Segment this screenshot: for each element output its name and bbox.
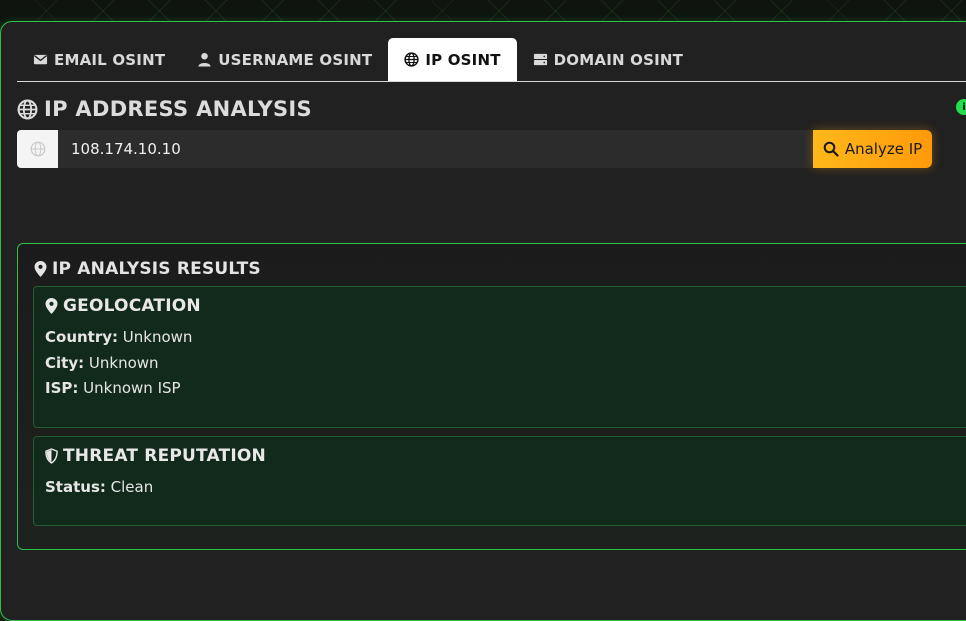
country-value: Unknown (122, 328, 193, 346)
country-field: Country: Unknown (45, 328, 192, 346)
server-icon (533, 53, 547, 66)
ip-analysis-results: IP ANALYSIS RESULTS GEOLOCATION Country:… (17, 243, 966, 550)
search-icon (823, 141, 839, 157)
globe-icon (30, 141, 45, 157)
status-value: Clean (110, 478, 154, 496)
threat-title-text: THREAT REPUTATION (63, 446, 266, 466)
tab-username-osint[interactable]: USERNAME OSINT (181, 38, 388, 81)
tab-domain-osint[interactable]: DOMAIN OSINT (517, 38, 699, 81)
user-icon (198, 52, 211, 67)
ip-search-bar: Analyze IP (17, 130, 932, 168)
isp-label: ISP: (45, 379, 79, 397)
threat-title: THREAT REPUTATION (45, 446, 266, 466)
geolocation-title-text: GEOLOCATION (63, 296, 201, 316)
city-field: City: Unknown (45, 354, 159, 372)
globe-icon (404, 52, 419, 67)
geolocation-card: GEOLOCATION Country: Unknown City: Unkno… (33, 286, 966, 428)
tab-label: IP OSINT (425, 50, 501, 69)
isp-field: ISP: Unknown ISP (45, 379, 181, 397)
map-marker-icon (45, 298, 58, 314)
city-label: City: (45, 354, 85, 372)
tab-label: EMAIL OSINT (54, 50, 166, 69)
input-prefix (17, 130, 58, 168)
page-title-text: IP ADDRESS ANALYSIS (44, 97, 312, 121)
country-label: Country: (45, 328, 119, 346)
status-label: Status: (45, 478, 106, 496)
background-pattern (0, 0, 966, 22)
analyze-ip-button[interactable]: Analyze IP (813, 130, 932, 168)
page-title: IP ADDRESS ANALYSIS (17, 97, 312, 121)
envelope-icon (33, 54, 48, 65)
osint-tabs: EMAIL OSINT USERNAME OSINT IP OSINT DOMA… (17, 38, 966, 82)
globe-icon (17, 99, 38, 119)
shield-icon (45, 448, 58, 464)
threat-reputation-card: THREAT REPUTATION Status: Clean (33, 436, 966, 526)
ip-address-input[interactable] (58, 130, 813, 168)
tab-ip-osint[interactable]: IP OSINT (388, 38, 517, 81)
isp-value: Unknown ISP (83, 379, 181, 397)
city-value: Unknown (88, 354, 159, 372)
map-marker-icon (34, 261, 47, 277)
tab-label: USERNAME OSINT (218, 50, 373, 69)
info-badge[interactable]: i (956, 99, 966, 115)
geolocation-title: GEOLOCATION (45, 296, 201, 316)
tab-email-osint[interactable]: EMAIL OSINT (17, 38, 181, 81)
analyze-ip-label: Analyze IP (844, 140, 923, 158)
results-title: IP ANALYSIS RESULTS (34, 259, 261, 279)
status-field: Status: Clean (45, 478, 153, 496)
tab-label: DOMAIN OSINT (553, 50, 684, 69)
results-title-text: IP ANALYSIS RESULTS (52, 259, 261, 279)
